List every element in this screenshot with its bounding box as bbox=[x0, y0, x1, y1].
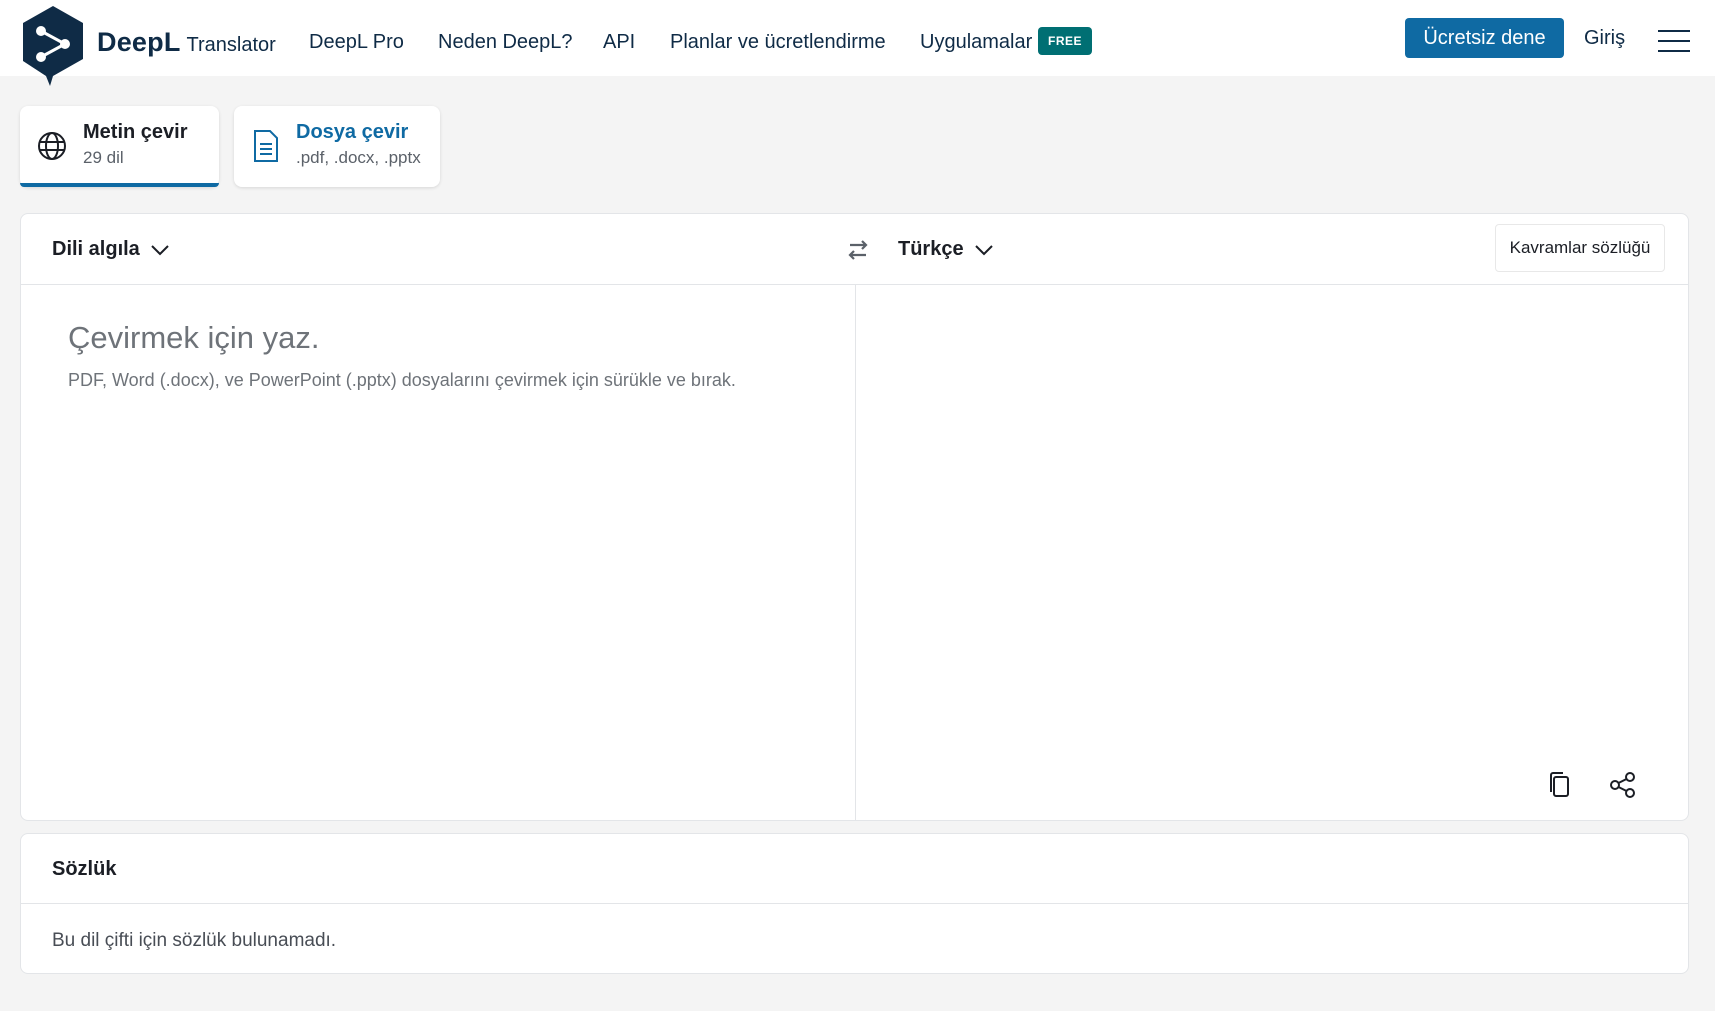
nav-deepl-pro[interactable]: DeepL Pro bbox=[309, 31, 404, 54]
tab-translate-text-title: Metin çevir bbox=[83, 121, 188, 143]
tab-translate-text-sub: 29 dil bbox=[83, 148, 124, 167]
tab-translate-text[interactable]: Metin çevir 29 dil bbox=[20, 106, 219, 187]
nav-why-deepl[interactable]: Neden DeepL? bbox=[438, 31, 573, 54]
top-navbar: DeepL Translator DeepL Pro Neden DeepL? … bbox=[0, 0, 1715, 86]
dictionary-panel: Sözlük Bu dil çifti için sözlük bulunama… bbox=[20, 833, 1689, 974]
login-link[interactable]: Giriş bbox=[1584, 27, 1625, 50]
nav-api[interactable]: API bbox=[603, 31, 635, 54]
source-language-select[interactable]: Dili algıla bbox=[52, 238, 170, 261]
copy-icon[interactable] bbox=[1546, 770, 1574, 800]
swap-languages-icon[interactable] bbox=[844, 236, 872, 264]
globe-icon bbox=[38, 132, 66, 160]
brand-subtitle: Translator bbox=[186, 34, 276, 56]
dictionary-empty-message: Bu dil çifti için sözlük bulunamadı. bbox=[52, 930, 337, 951]
free-badge: FREE bbox=[1038, 27, 1092, 55]
chevron-down-icon bbox=[974, 244, 993, 255]
language-bar: Dili algıla Türkçe Kavramlar sözlüğü bbox=[21, 214, 1688, 285]
glossary-button[interactable]: Kavramlar sözlüğü bbox=[1495, 224, 1665, 272]
try-free-button[interactable]: Ücretsiz dene bbox=[1405, 18, 1564, 58]
deepl-logo-icon[interactable] bbox=[19, 4, 87, 86]
target-language-label: Türkçe bbox=[898, 238, 964, 260]
panel-divider bbox=[855, 285, 856, 821]
source-text-input[interactable]: Çevirmek için yaz. bbox=[68, 320, 320, 356]
chevron-down-icon bbox=[151, 244, 169, 255]
hamburger-menu-icon[interactable] bbox=[1658, 28, 1690, 52]
document-icon bbox=[254, 130, 278, 162]
target-language-select[interactable]: Türkçe bbox=[898, 238, 994, 261]
share-icon[interactable] bbox=[1608, 770, 1638, 800]
nav-pricing[interactable]: Planlar ve ücretlendirme bbox=[670, 31, 886, 54]
brand[interactable]: DeepL Translator bbox=[97, 27, 276, 58]
source-language-label: Dili algıla bbox=[52, 238, 140, 260]
brand-name: DeepL bbox=[97, 27, 181, 57]
dictionary-header: Sözlük bbox=[21, 834, 1688, 904]
drop-hint: PDF, Word (.docx), ve PowerPoint (.pptx)… bbox=[68, 370, 736, 390]
tab-translate-file[interactable]: Dosya çevir .pdf, .docx, .pptx bbox=[234, 106, 440, 187]
tab-translate-file-sub: .pdf, .docx, .pptx bbox=[296, 148, 421, 167]
dictionary-title: Sözlük bbox=[52, 858, 117, 880]
active-tab-indicator bbox=[20, 183, 219, 187]
nav-apps[interactable]: Uygulamalar bbox=[920, 31, 1032, 54]
tab-translate-file-title: Dosya çevir bbox=[296, 121, 409, 143]
translator-panel: Dili algıla Türkçe Kavramlar sözlüğü Çev… bbox=[20, 213, 1689, 821]
